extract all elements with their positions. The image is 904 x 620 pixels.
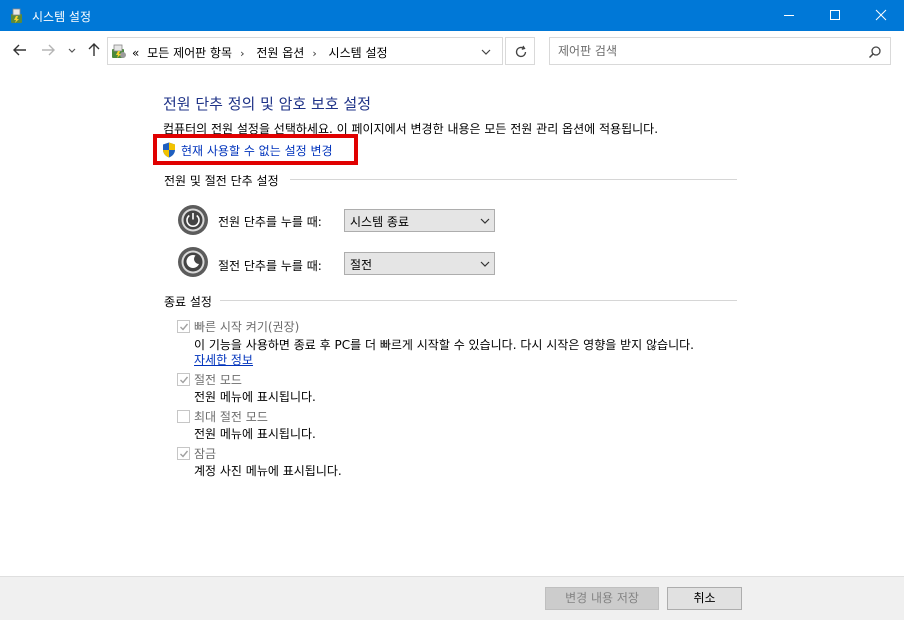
breadcrumb-all-control-panel-items[interactable]: 모든 제어판 항목 xyxy=(147,46,232,60)
search-input[interactable] xyxy=(558,43,858,59)
more-info-link[interactable]: 자세한 정보 xyxy=(194,351,253,368)
sleep-button-label: 절전 단추를 누를 때: xyxy=(218,259,322,273)
navigation-bar: « 모든 제어판 항목 › 전원 옵션 › 시스템 설정 xyxy=(0,31,904,71)
lock-checkbox[interactable] xyxy=(177,447,190,460)
section-divider xyxy=(290,179,737,180)
close-icon xyxy=(875,9,887,21)
save-changes-button[interactable]: 변경 내용 저장 xyxy=(545,587,659,610)
chevron-down-icon xyxy=(480,261,490,267)
power-section-header: 전원 및 절전 단추 설정 xyxy=(164,172,285,189)
power-button-action-select[interactable]: 시스템 종료 xyxy=(344,209,495,232)
breadcrumb-power-options[interactable]: 전원 옵션 xyxy=(256,46,304,60)
change-unavailable-settings-link[interactable]: 현재 사용할 수 없는 설정 변경 xyxy=(162,142,333,158)
recent-locations-chevron-icon[interactable] xyxy=(64,42,80,58)
power-button-label: 전원 단추를 누를 때: xyxy=(218,215,322,229)
change-settings-label[interactable]: 현재 사용할 수 없는 설정 변경 xyxy=(181,142,333,159)
power-button-action-value: 시스템 종료 xyxy=(350,215,410,229)
page-title: 전원 단추 정의 및 암호 보호 설정 xyxy=(163,95,372,113)
power-button-icon xyxy=(178,205,208,235)
breadcrumb-separator[interactable]: › xyxy=(312,47,316,60)
hibernate-label: 최대 절전 모드 xyxy=(194,410,268,424)
checkmark-icon xyxy=(180,450,189,458)
lock-description: 계정 사진 메뉴에 표시됩니다. xyxy=(194,464,342,478)
title-bar: 시스템 설정 xyxy=(0,0,904,31)
address-bar[interactable]: « 모든 제어판 항목 › 전원 옵션 › 시스템 설정 xyxy=(107,37,503,65)
window-title: 시스템 설정 xyxy=(32,10,92,24)
sleep-button-icon xyxy=(178,247,208,277)
maximize-button[interactable] xyxy=(812,0,858,31)
breadcrumb: « 모든 제어판 항목 › 전원 옵션 › 시스템 설정 xyxy=(132,44,392,61)
sleep-mode-label: 절전 모드 xyxy=(194,373,242,387)
hibernate-checkbox[interactable] xyxy=(177,410,190,423)
search-icon[interactable] xyxy=(868,45,882,59)
section-divider xyxy=(220,300,737,301)
breadcrumb-system-settings[interactable]: 시스템 설정 xyxy=(329,46,388,60)
close-button[interactable] xyxy=(858,0,904,31)
maximize-icon xyxy=(830,10,840,20)
footer-bar: 변경 내용 저장 취소 xyxy=(0,576,904,620)
sleep-button-action-select[interactable]: 절전 xyxy=(344,252,495,275)
cancel-button[interactable]: 취소 xyxy=(667,587,742,610)
refresh-icon xyxy=(515,45,527,58)
fast-startup-description: 이 기능을 사용하면 종료 후 PC를 더 빠르게 시작할 수 있습니다. 다시… xyxy=(194,338,694,352)
breadcrumb-overflow[interactable]: « xyxy=(132,46,139,60)
fast-startup-checkbox[interactable] xyxy=(177,320,190,333)
back-arrow-icon[interactable] xyxy=(12,42,28,58)
lock-label: 잠금 xyxy=(194,447,217,461)
address-dropdown-chevron-icon[interactable] xyxy=(480,46,492,58)
control-panel-icon xyxy=(112,44,126,58)
checkmark-icon xyxy=(180,376,189,384)
checkmark-icon xyxy=(180,323,189,331)
sleep-mode-checkbox[interactable] xyxy=(177,373,190,386)
sleep-mode-description: 전원 메뉴에 표시됩니다. xyxy=(194,390,316,404)
forward-arrow-icon[interactable] xyxy=(40,42,56,58)
minimize-button[interactable] xyxy=(766,0,812,31)
hibernate-description: 전원 메뉴에 표시됩니다. xyxy=(194,427,316,441)
sleep-button-action-value: 절전 xyxy=(350,258,373,272)
refresh-button[interactable] xyxy=(505,37,535,65)
search-box[interactable] xyxy=(549,37,891,65)
minimize-icon xyxy=(784,15,794,16)
shutdown-section-header: 종료 설정 xyxy=(164,293,218,310)
breadcrumb-separator[interactable]: › xyxy=(240,47,244,60)
uac-shield-icon xyxy=(163,142,175,158)
up-arrow-icon[interactable] xyxy=(86,42,102,58)
chevron-down-icon xyxy=(480,218,490,224)
fast-startup-label: 빠른 시작 켜기(권장) xyxy=(194,320,300,334)
power-options-icon xyxy=(11,8,22,23)
